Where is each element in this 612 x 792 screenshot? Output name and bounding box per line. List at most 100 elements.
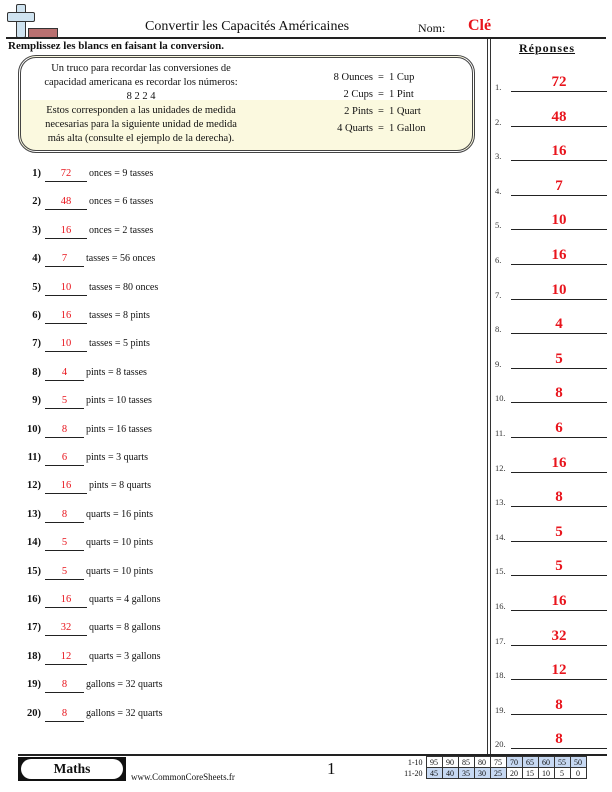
answer-blank[interactable]: 6 <box>45 452 84 466</box>
answer-blank[interactable]: 16 <box>45 480 87 495</box>
problem-text: quarts = 4 gallons <box>89 594 161 605</box>
tip-line: capacidad americana es recordar los núme… <box>44 77 238 88</box>
problem-row: 13) 8 quarts = 16 pints <box>0 509 300 529</box>
conversion-left: 4 Quarts <box>337 123 373 134</box>
header-rule <box>6 37 606 39</box>
problem-text: quarts = 3 gallons <box>89 650 161 662</box>
answer-blank[interactable]: 10 <box>45 282 87 296</box>
problem-row: 4) 7 tasses = 56 onces <box>0 253 300 273</box>
answer-blank[interactable]: 5 <box>45 566 84 580</box>
answer-value: 16 <box>511 592 607 611</box>
problem-number: 12) <box>27 480 41 492</box>
answer-number: 2. <box>495 116 502 127</box>
page-title: Convertir les Capacités Américaines <box>145 19 350 34</box>
conversion-eq: = <box>378 106 384 117</box>
answer-number: 15. <box>495 566 506 577</box>
answer-value: 6 <box>511 419 607 438</box>
page-number: 1 <box>327 759 336 778</box>
problem-text: gallons = 32 quarts <box>86 707 163 719</box>
problem-row: 17) 32 quarts = 8 gallons <box>0 622 300 642</box>
answer-number: 9. <box>495 358 502 369</box>
problem-number: 10) <box>27 423 41 435</box>
score-cell: 10 <box>537 767 555 779</box>
score-cell: 35 <box>457 767 475 779</box>
problem-row: 16) 16 quarts = 4 gallons <box>0 594 300 614</box>
tip-box: Un truco para recordar las conversiones … <box>18 55 475 153</box>
conversion-eq: = <box>378 89 384 100</box>
conversion-table: 8 Ounces = 1 Cup 2 Cups = 1 Pint 2 Pints = 1 Qua… <box>318 69 439 137</box>
problem-row: 5) 10 tasses = 80 onces <box>0 282 300 302</box>
answer-value: 16 <box>511 454 607 473</box>
conversion-left: 2 Pints <box>344 106 373 117</box>
problem-row: 12) 16 pints = 8 quarts <box>0 480 300 500</box>
problem-text: tasses = 80 onces <box>89 281 159 293</box>
problem-text: onces = 6 tasses <box>89 196 154 208</box>
score-table: 1-10 95 90 85 80 75 70 65 60 55 50 11-20 45 40 35 30 25 2… <box>396 756 587 779</box>
answer-blank[interactable]: 5 <box>45 395 84 410</box>
problem-number: 18) <box>27 650 41 662</box>
problem-number: 4) <box>32 253 41 265</box>
answer-value: 8 <box>511 696 607 715</box>
answer-number: 16. <box>495 601 506 611</box>
answer-blank[interactable]: 8 <box>45 679 84 694</box>
answer-blank[interactable]: 8 <box>45 509 84 523</box>
problem-number: 3) <box>32 224 41 236</box>
score-cell: 25 <box>489 767 507 779</box>
score-row-label: 1-10 <box>407 757 423 767</box>
maths-badge: Maths <box>18 757 126 781</box>
answer-item: 8. 4 <box>495 314 607 335</box>
answer-blank[interactable]: 5 <box>45 537 84 552</box>
answer-blank[interactable]: 4 <box>45 367 84 381</box>
problem-row: 14) 5 quarts = 10 pints <box>0 537 300 557</box>
answer-blank[interactable]: 12 <box>45 651 87 665</box>
answer-value: 48 <box>511 108 607 127</box>
conversion-row: 4 Quarts = 1 Gallon <box>318 120 439 137</box>
conversion-row: 2 Pints = 1 Quart <box>318 103 439 120</box>
answer-blank[interactable]: 72 <box>45 168 87 182</box>
conversion-left: 8 Ounces <box>333 72 373 83</box>
problem-text: pints = 3 quarts <box>86 452 149 463</box>
answer-blank[interactable]: 16 <box>45 310 87 324</box>
answer-number: 11. <box>495 428 506 438</box>
answer-item: 4. 7 <box>495 176 607 196</box>
score-cell: 40 <box>441 767 459 779</box>
answer-value: 12 <box>511 661 607 681</box>
answer-blank[interactable]: 8 <box>45 708 84 722</box>
conversion-row: 2 Cups = 1 Pint <box>318 86 439 103</box>
problem-text: pints = 10 tasses <box>86 395 152 407</box>
score-cell: 0 <box>569 767 587 779</box>
answer-number: 10. <box>495 393 506 404</box>
tip-line: más alta (consulte el ejemplo de la dere… <box>47 133 235 144</box>
conversion-eq: = <box>378 123 384 134</box>
score-cell: 65 <box>521 756 539 768</box>
answer-item: 17. 32 <box>495 626 607 646</box>
website-link[interactable]: www.CommonCoreSheets.fr <box>131 772 235 782</box>
problem-number: 8) <box>32 366 41 378</box>
tip-line: Un truco para recordar las conversiones … <box>51 63 231 74</box>
score-cell: 5 <box>553 767 571 779</box>
problem-row: 8) 4 pints = 8 tasses <box>0 367 300 387</box>
answer-blank[interactable]: 16 <box>45 594 87 608</box>
answer-value: 5 <box>511 557 607 577</box>
answer-number: 20. <box>495 739 506 750</box>
answer-value: 72 <box>511 73 607 92</box>
answer-value: 16 <box>511 246 607 265</box>
answer-item: 13. 8 <box>495 487 607 508</box>
problem-number: 7) <box>32 338 41 350</box>
answer-blank[interactable]: 10 <box>45 338 87 353</box>
problem-row: 7) 10 tasses = 5 pints <box>0 338 300 358</box>
maths-badge-label: Maths <box>21 759 123 779</box>
answer-blank[interactable]: 16 <box>45 225 87 239</box>
score-cell: 90 <box>441 756 459 768</box>
problem-number: 16) <box>27 594 41 605</box>
conversion-right: 1 Pint <box>389 89 414 100</box>
answer-blank[interactable]: 8 <box>45 424 84 438</box>
answer-blank[interactable]: 7 <box>45 253 84 268</box>
answer-blank[interactable]: 48 <box>45 196 87 211</box>
conversion-right: 1 Gallon <box>389 123 426 134</box>
answer-item: 16. 16 <box>495 591 607 611</box>
answer-blank[interactable]: 32 <box>45 622 87 637</box>
tip-line: necesarias para la siguiente unidad de m… <box>45 119 237 130</box>
answer-number: 4. <box>495 185 502 196</box>
problem-number: 15) <box>27 565 41 577</box>
